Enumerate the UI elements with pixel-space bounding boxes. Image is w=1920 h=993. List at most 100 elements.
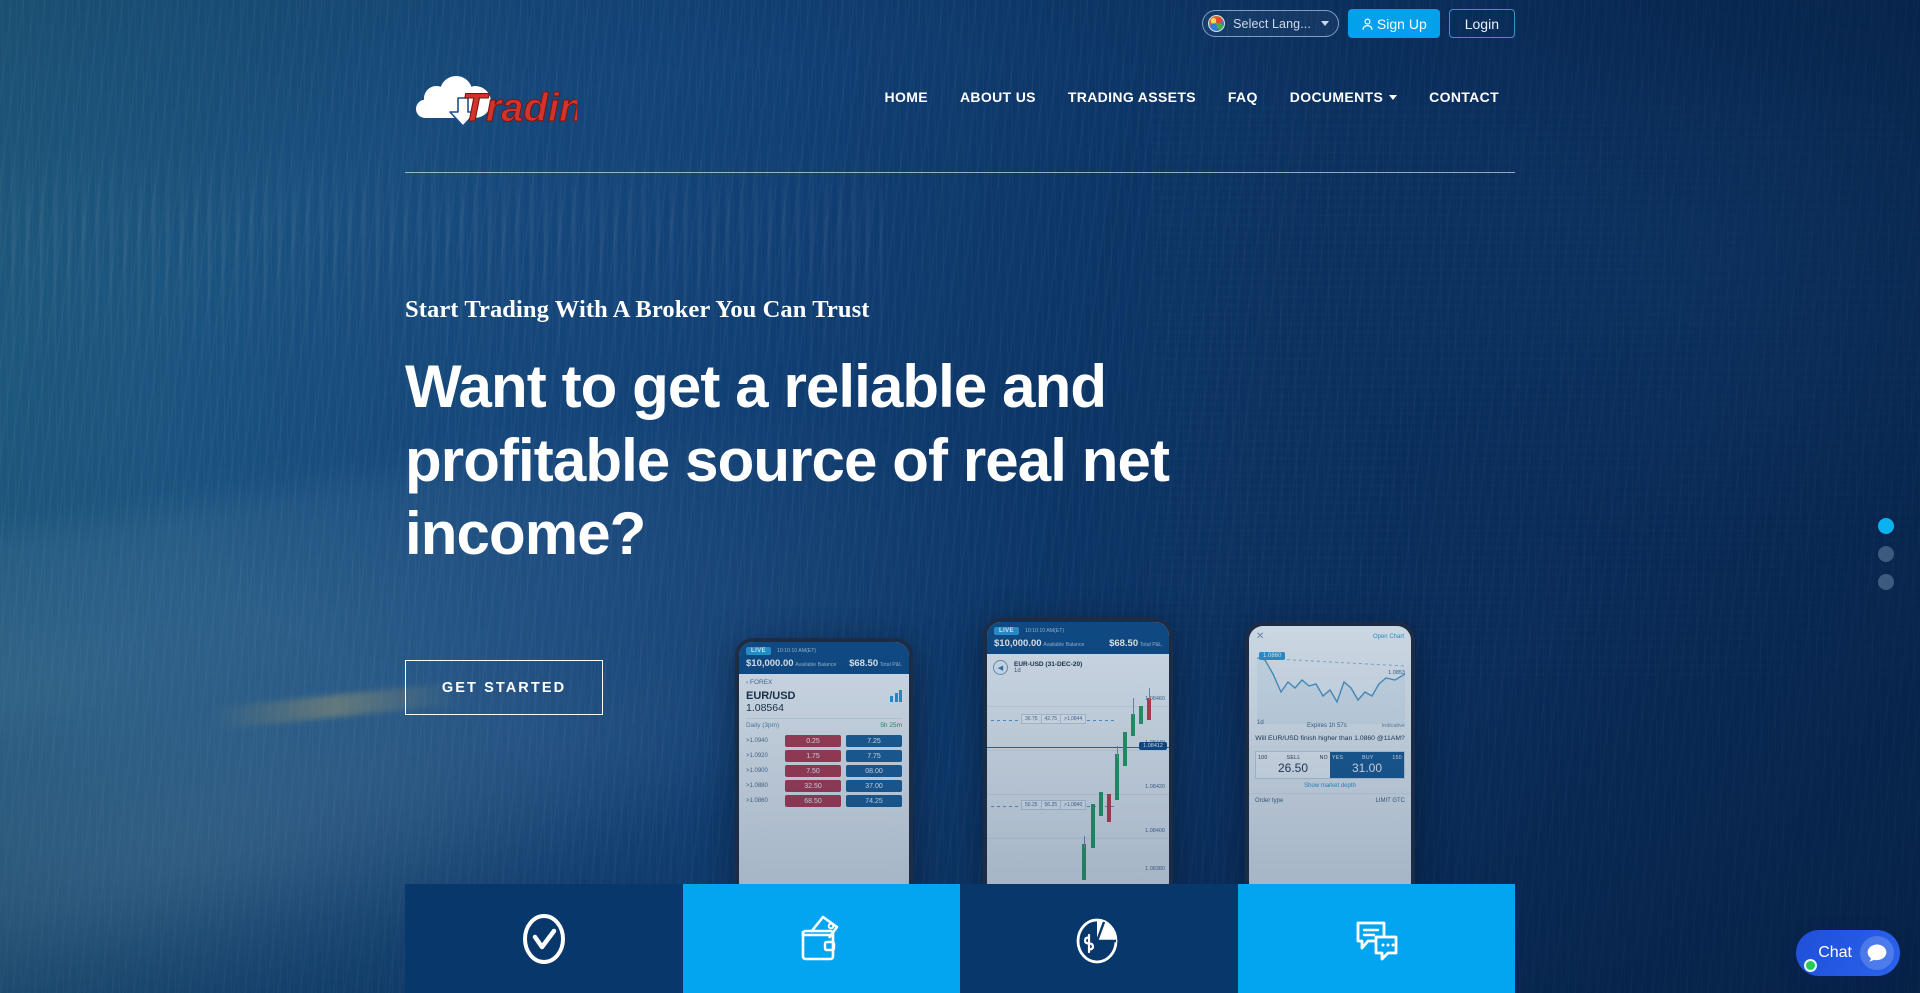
chart-timeframe: 1d — [1014, 668, 1021, 674]
nav-label: DOCUMENTS — [1289, 89, 1384, 105]
ask-value[interactable]: 74.25 — [846, 795, 902, 807]
chart-last-price: 1.0853 — [1388, 670, 1405, 676]
strike-row: >1.0880 32.50 37.00 — [746, 780, 902, 792]
close-icon[interactable]: ✕ — [1256, 631, 1264, 642]
chart-timeframe: 1d — [1257, 720, 1264, 726]
buy-qty: 150 — [1392, 754, 1402, 761]
strike-row: >1.0940 0.25 7.25 — [746, 735, 902, 747]
strike-row: >1.0860 68.50 74.25 — [746, 795, 902, 807]
slider-dot-2[interactable] — [1878, 546, 1894, 562]
globe-flags-icon — [1208, 15, 1226, 32]
bid-value[interactable]: 0.25 — [785, 735, 841, 747]
back-to-forex-link[interactable]: ‹ FOREX — [746, 679, 902, 686]
sell-value: 26.50 — [1277, 760, 1309, 775]
trade-buttons: 100 SELL NO 26.50 YES BUY 150 31.00 — [1255, 750, 1405, 779]
feature-card-wallet[interactable] — [682, 884, 960, 993]
bid-value[interactable]: 7.50 — [785, 765, 841, 777]
feature-cards — [405, 884, 1515, 993]
sign-up-label: Sign Up — [1376, 15, 1427, 32]
live-badge: LIVE — [994, 627, 1019, 635]
current-price-marker: 1.08412 — [1139, 742, 1167, 750]
chart-price-tag-lower: 50.25 56.25 >1.0840 — [1021, 800, 1087, 810]
available-balance-value: $10,000.00 — [994, 638, 1042, 649]
header-divider — [405, 172, 1515, 173]
chat-widget[interactable]: Chat — [1796, 930, 1900, 976]
available-balance-label: Available Balance — [1043, 642, 1085, 648]
page-title: Want to get a reliable and profitable so… — [405, 353, 1170, 567]
nav-label: HOME — [884, 89, 928, 105]
chevron-down-icon — [1389, 94, 1398, 100]
feature-card-support[interactable] — [1237, 884, 1515, 993]
nav-item-faq[interactable]: FAQ — [1212, 83, 1274, 111]
language-selector-label: Select Lang... — [1233, 16, 1311, 31]
ask-value[interactable]: 37.00 — [846, 780, 902, 792]
nav-label: FAQ — [1227, 89, 1258, 105]
site-header: Trading HOME ABOUT US TRADING ASSETS FAQ… — [405, 62, 1515, 132]
market-time: 10:10:10 AM(ET) — [1024, 628, 1065, 634]
bid-value[interactable]: 1.75 — [785, 750, 841, 762]
nav-item-contact[interactable]: CONTACT — [1413, 83, 1515, 111]
no-label: NO — [1319, 754, 1328, 761]
slider-dot-1[interactable] — [1878, 518, 1894, 534]
brand-logo[interactable]: Trading — [405, 64, 577, 130]
chat-online-status-indicator — [1804, 959, 1818, 972]
main-navigation: HOME ABOUT US TRADING ASSETS FAQ DOCUMEN… — [869, 83, 1515, 111]
indicative-label: Indicative — [1381, 723, 1405, 729]
strike-row: >1.0920 1.75 7.75 — [746, 750, 902, 762]
order-type-row[interactable]: Order type LIMIT GTC — [1249, 792, 1411, 804]
countdown-value: 5h 25m — [880, 722, 902, 729]
sign-up-button[interactable]: Sign Up — [1347, 9, 1440, 38]
market-time: 10:10:10 AM(ET) — [776, 648, 817, 654]
ask-value[interactable]: 7.25 — [846, 735, 902, 747]
cloud-download-icon: Trading — [416, 76, 577, 130]
nav-item-about-us[interactable]: ABOUT US — [944, 83, 1052, 111]
nav-item-trading-assets[interactable]: TRADING ASSETS — [1052, 83, 1212, 111]
buy-button[interactable]: YES BUY 150 31.00 — [1330, 751, 1404, 778]
sell-label: SELL — [1286, 754, 1301, 761]
phone-mockup-candlestick-chart: LIVE 10:10:10 AM(ET) $10,000.00 Availabl… — [983, 618, 1173, 900]
period-label: Daily (3pm) — [746, 722, 780, 729]
bid-value[interactable]: 32.50 — [785, 780, 841, 792]
hero-section: Start Trading With A Broker You Can Trus… — [405, 296, 1305, 571]
slider-dot-3[interactable] — [1878, 574, 1894, 590]
feature-card-portfolio[interactable] — [960, 884, 1238, 993]
language-selector[interactable]: Select Lang... — [1202, 10, 1339, 37]
strike-label: >1.0940 — [746, 738, 768, 744]
login-label: Login — [1464, 15, 1499, 32]
available-balance-label: Available Balance — [795, 662, 837, 668]
order-type-label: Order type — [1255, 797, 1284, 804]
currency-price: 1.08564 — [746, 702, 784, 714]
back-arrow-icon[interactable]: ◀ — [993, 660, 1008, 675]
chart-instrument: EUR-USD (31-DEC-20) — [1014, 661, 1083, 668]
open-chart-link[interactable]: Open Chart — [1373, 634, 1404, 640]
order-type-value: LIMIT GTC — [1375, 797, 1405, 804]
phone-mockups: LIVE 10:10:10 AM(ET) $10,000.00 Availabl… — [735, 600, 1495, 900]
speech-bubble-icon — [1860, 936, 1894, 970]
sell-button[interactable]: 100 SELL NO 26.50 — [1256, 751, 1330, 778]
live-badge: LIVE — [746, 647, 771, 655]
nav-item-home[interactable]: HOME — [869, 83, 944, 111]
check-badge-icon — [522, 913, 565, 964]
get-started-label: GET STARTED — [441, 679, 567, 696]
chart-price-tag-upper: 36.75 42.75 >1.0844 — [1021, 714, 1087, 724]
tag-bid: 50.25 — [1022, 801, 1042, 809]
chart-axis-label: 1.08400 — [1145, 828, 1165, 834]
hero-slider-dots — [1878, 518, 1894, 590]
trade-question: Will EUR/USD finish higher than 1.0860 @… — [1255, 735, 1405, 742]
nav-item-documents[interactable]: DOCUMENTS — [1274, 83, 1413, 111]
buy-value: 31.00 — [1351, 760, 1383, 775]
nav-label: CONTACT — [1429, 89, 1499, 105]
bid-value[interactable]: 68.50 — [785, 795, 841, 807]
login-button[interactable]: Login — [1448, 9, 1515, 38]
total-pnl-value: $68.50 — [849, 658, 879, 669]
strike-label: >1.0920 — [746, 753, 768, 759]
back-label: FOREX — [749, 679, 773, 686]
show-market-depth-link[interactable]: Show market depth — [1249, 783, 1411, 789]
feature-card-verified[interactable] — [405, 884, 683, 993]
get-started-button[interactable]: GET STARTED — [405, 660, 603, 715]
chart-axis-label: 1.08420 — [1145, 784, 1165, 790]
ask-value[interactable]: 7.75 — [846, 750, 902, 762]
buy-label: BUY — [1362, 754, 1374, 761]
strike-label: >1.0880 — [746, 783, 768, 789]
ask-value[interactable]: 08.00 — [846, 765, 902, 777]
